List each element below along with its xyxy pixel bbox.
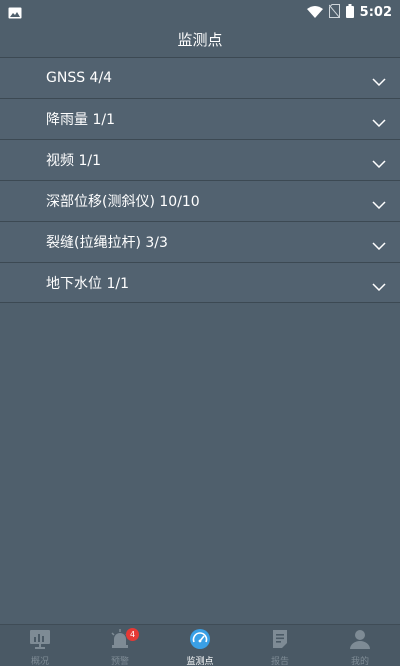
nav-profile[interactable]: 我的 <box>320 625 400 666</box>
nav-monitor-points[interactable]: 监测点 <box>160 625 240 666</box>
status-icons: 5:02 <box>306 3 392 22</box>
battery-icon <box>345 3 354 22</box>
bottom-nav: 概况 4 预警 监测点 报告 我的 <box>0 624 400 666</box>
nav-report[interactable]: 报告 <box>240 625 320 666</box>
page-title: 监测点 <box>177 30 223 49</box>
nav-label: 监测点 <box>186 657 214 666</box>
nav-label: 概况 <box>30 657 49 666</box>
nav-alarm[interactable]: 4 预警 <box>80 625 160 666</box>
monitor-group-video[interactable]: 视频 1/1 <box>0 139 400 180</box>
monitor-group-deep-displacement[interactable]: 深部位移(测斜仪) 10/10 <box>0 180 400 221</box>
monitor-gauge-icon <box>190 629 210 653</box>
status-bar: 5:02 <box>0 0 400 22</box>
list-item-label: 地下水位 1/1 <box>46 275 129 292</box>
monitor-group-gnss[interactable]: GNSS 4/4 <box>0 57 400 98</box>
monitor-point-list: GNSS 4/4 降雨量 1/1 视频 1/1 深部位移(测斜仪) 10/10 … <box>0 57 400 303</box>
chevron-down-icon[interactable] <box>372 276 386 295</box>
list-item-label: 降雨量 1/1 <box>46 112 115 128</box>
nav-label: 预警 <box>110 657 129 666</box>
monitor-group-groundwater[interactable]: 地下水位 1/1 <box>0 262 400 303</box>
list-item-label: 深部位移(测斜仪) 10/10 <box>46 194 200 210</box>
list-item-label: 视频 1/1 <box>46 153 101 169</box>
nav-label: 报告 <box>270 657 289 666</box>
app-header: 监测点 <box>0 22 400 56</box>
nav-overview[interactable]: 概况 <box>0 625 80 666</box>
list-item-label: 裂缝(拉绳拉杆) 3/3 <box>46 235 168 251</box>
monitor-group-rainfall[interactable]: 降雨量 1/1 <box>0 98 400 139</box>
monitor-group-crack[interactable]: 裂缝(拉绳拉杆) 3/3 <box>0 221 400 262</box>
chevron-down-icon[interactable] <box>372 194 386 213</box>
profile-icon <box>350 629 370 653</box>
alarm-count-badge: 4 <box>126 628 139 641</box>
chevron-down-icon[interactable] <box>372 153 386 172</box>
overview-icon <box>30 629 50 653</box>
chevron-down-icon[interactable] <box>372 112 386 131</box>
gallery-icon <box>8 4 22 23</box>
status-time: 5:02 <box>359 5 392 20</box>
nav-label: 我的 <box>350 657 369 666</box>
wifi-icon <box>306 3 323 22</box>
list-item-label: GNSS 4/4 <box>46 70 113 86</box>
no-sim-icon <box>328 3 341 22</box>
report-icon <box>270 629 290 653</box>
chevron-down-icon[interactable] <box>372 235 386 254</box>
chevron-down-icon[interactable] <box>372 71 386 90</box>
